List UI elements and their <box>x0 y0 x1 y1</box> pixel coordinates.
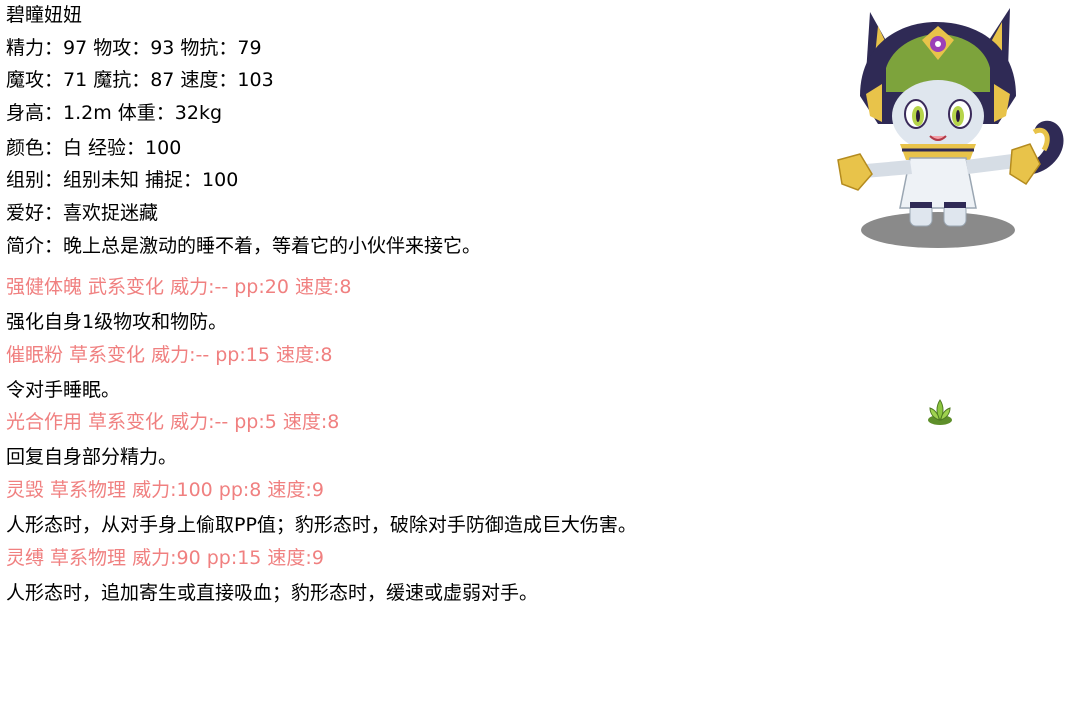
skill-title: 催眠粉 草系变化 威力:-- pp:15 速度:8 <box>6 344 333 366</box>
pet-stats-line-1: 精力：97 物攻：93 物抗：79 <box>6 37 262 59</box>
skill-description: 令对手睡眠。 <box>6 379 121 401</box>
pet-intro-line: 简介：晚上总是激动的睡不着，等着它的小伙伴来接它。 <box>6 235 482 257</box>
pet-group-line: 组别：组别未知 捕捉：100 <box>6 169 239 191</box>
skill-title: 光合作用 草系变化 威力:-- pp:5 速度:8 <box>6 411 340 433</box>
skill-description: 人形态时，从对手身上偷取PP值；豹形态时，破除对手防御造成巨大伤害。 <box>6 514 637 536</box>
pet-stats-line-2: 魔攻：71 魔抗：87 速度：103 <box>6 69 274 91</box>
cat-girl-pet-portrait-icon <box>830 4 1075 254</box>
skill-title: 灵毁 草系物理 威力:100 pp:8 速度:9 <box>6 479 324 501</box>
pet-name: 碧瞳妞妞 <box>6 4 83 26</box>
skill-title: 强健体魄 武系变化 威力:-- pp:20 速度:8 <box>6 276 352 298</box>
pet-hobby-line: 爱好：喜欢捉迷藏 <box>6 202 159 224</box>
skill-description: 回复自身部分精力。 <box>6 446 178 468</box>
pet-color-line: 颜色：白 经验：100 <box>6 137 182 159</box>
grass-element-icon <box>924 396 956 428</box>
skill-description: 强化自身1级物攻和物防。 <box>6 311 228 333</box>
skill-title: 灵缚 草系物理 威力:90 pp:15 速度:9 <box>6 547 324 569</box>
skill-description: 人形态时，追加寄生或直接吸血；豹形态时，缓速或虚弱对手。 <box>6 582 539 604</box>
pet-size-line: 身高：1.2m 体重：32kg <box>6 102 223 124</box>
